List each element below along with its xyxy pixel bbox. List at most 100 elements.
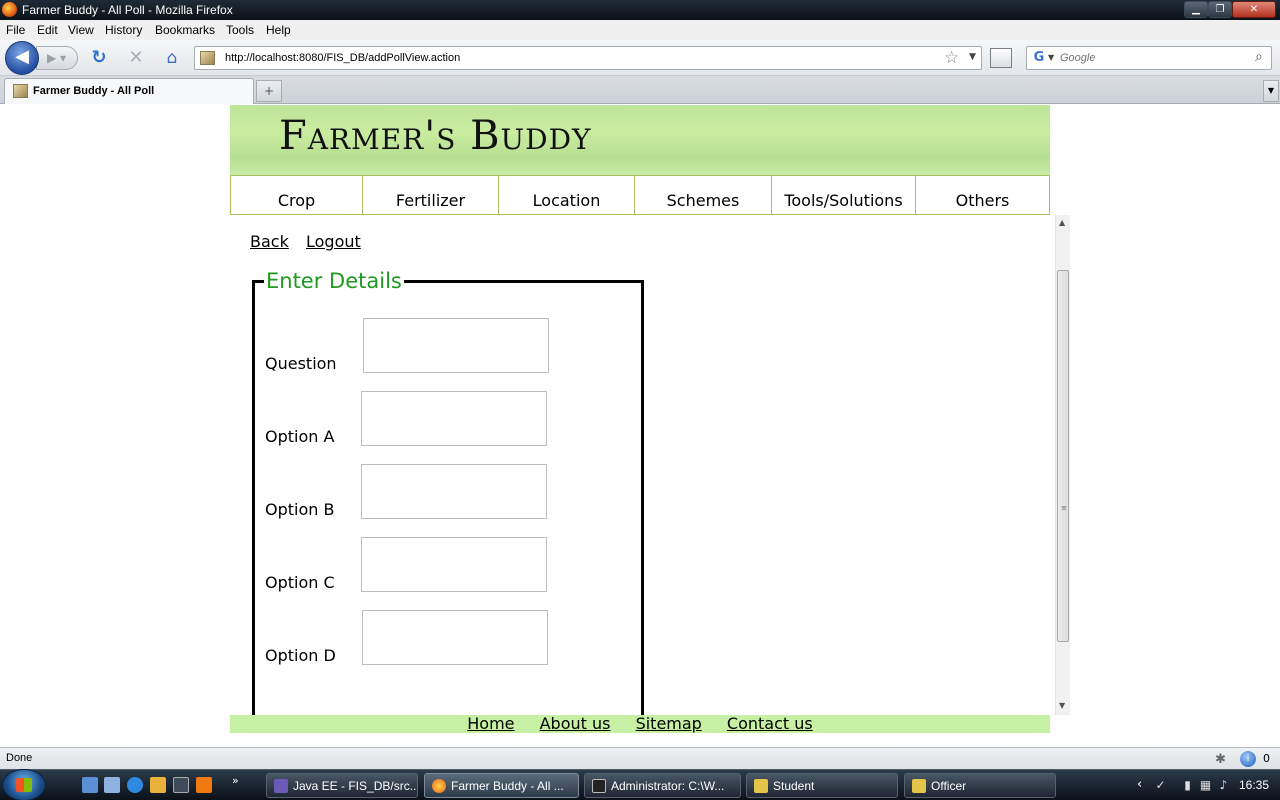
option-b-input[interactable]	[361, 464, 547, 519]
task-student[interactable]: Student	[746, 773, 898, 798]
tab-list-button[interactable]: ▼	[1263, 80, 1279, 102]
windows-taskbar: » Java EE - FIS_DB/src... Farmer Buddy -…	[0, 769, 1280, 800]
url-dropdown-icon[interactable]: ▼	[969, 52, 976, 62]
menu-edit[interactable]: Edit	[37, 23, 58, 37]
start-button[interactable]	[2, 769, 46, 800]
footer-home-link[interactable]: Home	[467, 714, 514, 733]
navigation-toolbar: ▶ ▾ ◀ ↻ ✕ ⌂ http://localhost:8080/FIS_DB…	[0, 40, 1280, 76]
nav-tools-solutions[interactable]: Tools/Solutions	[772, 176, 916, 214]
option-a-input[interactable]	[361, 391, 547, 446]
content-scrollbar[interactable]: ▲ ≡ ▼	[1055, 215, 1070, 715]
address-bar[interactable]: http://localhost:8080/FIS_DB/addPollView…	[194, 46, 982, 70]
site-favicon-icon	[200, 51, 215, 65]
firefox-icon	[2, 2, 17, 17]
logout-link[interactable]: Logout	[306, 232, 361, 251]
forward-button[interactable]: ▶ ▾	[36, 46, 78, 70]
menu-tools[interactable]: Tools	[226, 23, 254, 37]
windows-logo-icon	[16, 778, 32, 792]
new-tab-button[interactable]: +	[256, 80, 282, 102]
tray-expand-icon[interactable]: ‹	[1137, 777, 1142, 792]
menu-bookmarks[interactable]: Bookmarks	[155, 23, 215, 37]
search-engine-dropdown-icon[interactable]: ▼	[1048, 53, 1054, 62]
task-officer[interactable]: Officer	[904, 773, 1056, 798]
google-icon[interactable]: G	[1031, 50, 1047, 66]
nav-schemes[interactable]: Schemes	[635, 176, 772, 214]
tab-label: Farmer Buddy - All Poll	[33, 85, 155, 97]
task-label: Administrator: C:\W...	[611, 779, 725, 793]
ie-icon[interactable]	[127, 777, 143, 793]
site-nav: Crop Fertilizer Location Schemes Tools/S…	[230, 175, 1050, 215]
reload-icon[interactable]: ↻	[89, 48, 109, 68]
stop-icon[interactable]: ✕	[126, 48, 146, 68]
addon-bug-icon[interactable]: ✱	[1215, 752, 1226, 767]
vlc-icon[interactable]	[196, 777, 212, 793]
page-viewport: Farmer's Buddy Crop Fertilizer Location …	[0, 105, 1280, 747]
eclipse-icon	[274, 779, 288, 793]
back-link[interactable]: Back	[250, 232, 289, 251]
home-icon[interactable]: ⌂	[161, 48, 183, 68]
window-titlebar: Farmer Buddy - All Poll - Mozilla Firefo…	[0, 0, 1280, 20]
task-java-ee[interactable]: Java EE - FIS_DB/src...	[266, 773, 418, 798]
addon-globe-icon[interactable]: i	[1240, 751, 1256, 767]
tab-overview-icon[interactable]	[990, 48, 1012, 68]
footer-sitemap-link[interactable]: Sitemap	[636, 714, 702, 733]
show-desktop-icon[interactable]	[82, 777, 98, 793]
folder-icon	[754, 779, 768, 793]
option-d-input[interactable]	[362, 610, 548, 665]
switch-windows-icon[interactable]	[104, 777, 120, 793]
close-button[interactable]: ✕	[1232, 1, 1276, 18]
bookmark-star-icon[interactable]: ☆	[944, 48, 959, 68]
site-footer: Home About us Sitemap Contact us	[230, 715, 1050, 733]
nav-crop[interactable]: Crop	[231, 176, 363, 214]
status-count: 0	[1263, 752, 1270, 765]
clock[interactable]: 16:35	[1239, 778, 1269, 792]
search-bar[interactable]: G ▼ ⌕	[1026, 46, 1272, 70]
option-d-label: Option D	[265, 646, 336, 665]
status-bar: Done ✱ i 0	[0, 747, 1280, 769]
volume-icon[interactable]: ♪	[1217, 778, 1230, 792]
page-content: Back Logout Enter Details Question Optio…	[230, 215, 1055, 715]
media-icon[interactable]	[150, 777, 166, 793]
nav-others[interactable]: Others	[916, 176, 1049, 214]
footer-about-link[interactable]: About us	[540, 714, 611, 733]
footer-contact-link[interactable]: Contact us	[727, 714, 813, 733]
quicklaunch-more-icon[interactable]: »	[232, 774, 239, 787]
site-banner: Farmer's Buddy	[230, 105, 1050, 175]
folder-icon	[912, 779, 926, 793]
scroll-up-icon[interactable]: ▲	[1059, 218, 1065, 227]
maximize-button[interactable]: ❐	[1208, 1, 1232, 18]
network-icon[interactable]: ▦	[1199, 778, 1212, 792]
scroll-down-icon[interactable]: ▼	[1059, 701, 1065, 710]
cmd-icon[interactable]	[173, 777, 189, 793]
option-c-input[interactable]	[361, 537, 547, 592]
task-label: Java EE - FIS_DB/src...	[293, 779, 418, 793]
option-c-label: Option C	[265, 573, 335, 592]
menu-view[interactable]: View	[68, 23, 94, 37]
task-label: Officer	[931, 779, 967, 793]
scroll-grip-icon: ≡	[1061, 504, 1067, 512]
task-firefox[interactable]: Farmer Buddy - All ...	[424, 773, 579, 798]
question-input[interactable]	[363, 318, 549, 373]
tab-farmer-buddy[interactable]: Farmer Buddy - All Poll	[4, 78, 254, 104]
task-cmd[interactable]: Administrator: C:\W...	[584, 773, 741, 798]
option-a-label: Option A	[265, 427, 335, 446]
menu-history[interactable]: History	[105, 23, 142, 37]
nav-fertilizer[interactable]: Fertilizer	[363, 176, 499, 214]
search-input[interactable]	[1060, 50, 1250, 66]
url-text[interactable]: http://localhost:8080/FIS_DB/addPollView…	[225, 52, 460, 64]
task-label: Student	[773, 779, 815, 793]
cmd-task-icon	[592, 779, 606, 793]
task-label: Farmer Buddy - All ...	[451, 779, 564, 793]
menu-file[interactable]: File	[6, 23, 25, 37]
fieldset-legend: Enter Details	[264, 269, 404, 293]
device-icon[interactable]: ▮	[1181, 778, 1194, 792]
question-label: Question	[265, 354, 337, 373]
back-arrow-icon[interactable]: ◀	[5, 41, 39, 75]
scrollbar-thumb[interactable]: ≡	[1057, 270, 1069, 642]
menu-help[interactable]: Help	[266, 23, 291, 37]
menu-bar: File Edit View History Bookmarks Tools H…	[0, 20, 1280, 40]
minimize-button[interactable]: ▁	[1184, 1, 1208, 18]
search-icon[interactable]: ⌕	[1255, 49, 1263, 65]
nav-location[interactable]: Location	[499, 176, 635, 214]
security-icon[interactable]: ✓	[1154, 778, 1167, 792]
